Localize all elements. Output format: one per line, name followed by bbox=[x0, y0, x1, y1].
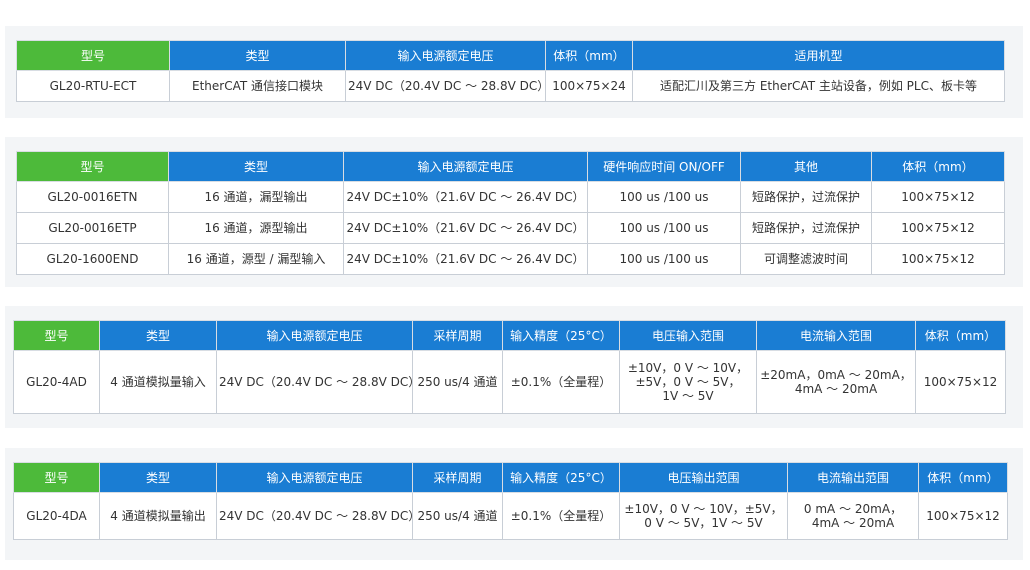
cell-other: 短路保护，过流保护 bbox=[740, 212, 872, 244]
cell-accuracy: ±0.1%（全量程） bbox=[502, 492, 620, 540]
cell-type: 4 通道模拟量输出 bbox=[99, 492, 217, 540]
cell-accuracy: ±0.1%（全量程） bbox=[502, 350, 620, 414]
cell-size: 100×75×24 bbox=[545, 70, 633, 102]
header-model: 型号 bbox=[13, 320, 100, 351]
cell-voltage: 24V DC（20.4V DC ～ 28.8V DC） bbox=[345, 70, 549, 102]
cell-other: 可调整滤波时间 bbox=[740, 243, 872, 275]
header-response-time: 硬件响应时间 ON/OFF bbox=[587, 151, 741, 182]
header-model: 型号 bbox=[13, 462, 100, 493]
spec-panel-analog-output: 型号 类型 输入电源额定电压 采样周期 输入精度（25°C） 电压输出范围 电流… bbox=[5, 448, 1023, 560]
header-voltage: 输入电源额定电压 bbox=[216, 462, 413, 493]
spec-panel-ect: 型号 类型 输入电源额定电压 体积（mm） 适用机型 GL20-RTU-ECT … bbox=[5, 26, 1023, 118]
cell-other: 短路保护，过流保护 bbox=[740, 181, 872, 213]
table-row: GL20-0016ETP 16 通道，源型输出 24V DC±10%（21.6V… bbox=[16, 212, 1005, 244]
table-header-row: 型号 类型 输入电源额定电压 采样周期 输入精度（25°C） 电压输出范围 电流… bbox=[13, 462, 1008, 493]
cell-voltage: 24V DC±10%（21.6V DC ～ 26.4V DC） bbox=[343, 212, 588, 244]
header-type: 类型 bbox=[99, 462, 217, 493]
header-model: 型号 bbox=[16, 40, 170, 71]
header-sampling-period: 采样周期 bbox=[412, 320, 503, 351]
cell-size: 100×75×12 bbox=[871, 181, 1005, 213]
spec-panel-analog-input: 型号 类型 输入电源额定电压 采样周期 输入精度（25°C） 电压输入范围 电流… bbox=[5, 306, 1023, 428]
cell-size: 100×75×12 bbox=[871, 243, 1005, 275]
cell-voltage: 24V DC±10%（21.6V DC ～ 26.4V DC） bbox=[343, 243, 588, 275]
header-accuracy: 输入精度（25°C） bbox=[502, 462, 620, 493]
cell-voltage-input-range: ±10V，0 V ～ 10V， ±5V，0 V ～ 5V， 1V ～ 5V bbox=[619, 350, 757, 414]
cell-model: GL20-0016ETN bbox=[16, 181, 169, 213]
table-header-row: 型号 类型 输入电源额定电压 硬件响应时间 ON/OFF 其他 体积（mm） bbox=[16, 151, 1005, 182]
header-sampling-period: 采样周期 bbox=[412, 462, 503, 493]
header-voltage-input-range: 电压输入范围 bbox=[619, 320, 757, 351]
cell-response-time: 100 us /100 us bbox=[587, 181, 741, 213]
header-voltage: 输入电源额定电压 bbox=[343, 151, 588, 182]
spec-table-ect: 型号 类型 输入电源额定电压 体积（mm） 适用机型 GL20-RTU-ECT … bbox=[16, 40, 1005, 102]
table-row: GL20-RTU-ECT EtherCAT 通信接口模块 24V DC（20.4… bbox=[16, 70, 1005, 102]
header-size: 体积（mm） bbox=[545, 40, 633, 71]
cell-type: 16 通道，源型 / 漏型输入 bbox=[168, 243, 344, 275]
cell-sampling-period: 250 us/4 通道 bbox=[412, 350, 503, 414]
header-accuracy: 输入精度（25°C） bbox=[502, 320, 620, 351]
cell-voltage: 24V DC（20.4V DC ～ 28.8V DC） bbox=[216, 350, 420, 414]
cell-size: 100×75×12 bbox=[918, 492, 1008, 540]
cell-type: 4 通道模拟量输入 bbox=[99, 350, 217, 414]
header-voltage: 输入电源额定电压 bbox=[345, 40, 546, 71]
table-row: GL20-4AD 4 通道模拟量输入 24V DC（20.4V DC ～ 28.… bbox=[13, 350, 1006, 414]
cell-voltage: 24V DC±10%（21.6V DC ～ 26.4V DC） bbox=[343, 181, 588, 213]
spec-table-analog-input: 型号 类型 输入电源额定电压 采样周期 输入精度（25°C） 电压输入范围 电流… bbox=[13, 320, 1006, 414]
spec-table-analog-output: 型号 类型 输入电源额定电压 采样周期 输入精度（25°C） 电压输出范围 电流… bbox=[13, 462, 1008, 540]
header-current-input-range: 电流输入范围 bbox=[756, 320, 916, 351]
header-current-output-range: 电流输出范围 bbox=[787, 462, 919, 493]
cell-voltage-output-range: ±10V，0 V ～ 10V，±5V， 0 V ～ 5V，1V ～ 5V bbox=[619, 492, 788, 540]
table-row: GL20-0016ETN 16 通道，漏型输出 24V DC±10%（21.6V… bbox=[16, 181, 1005, 213]
cell-current-output-range: 0 mA ～ 20mA， 4mA ～ 20mA bbox=[787, 492, 919, 540]
header-model: 型号 bbox=[16, 151, 169, 182]
cell-model: GL20-4DA bbox=[13, 492, 100, 540]
table-header-row: 型号 类型 输入电源额定电压 采样周期 输入精度（25°C） 电压输入范围 电流… bbox=[13, 320, 1006, 351]
header-voltage: 输入电源额定电压 bbox=[216, 320, 413, 351]
header-type: 类型 bbox=[169, 40, 346, 71]
cell-response-time: 100 us /100 us bbox=[587, 243, 741, 275]
header-type: 类型 bbox=[168, 151, 344, 182]
cell-size: 100×75×12 bbox=[915, 350, 1006, 414]
header-size: 体积（mm） bbox=[918, 462, 1008, 493]
spec-table-digital-io: 型号 类型 输入电源额定电压 硬件响应时间 ON/OFF 其他 体积（mm） G… bbox=[16, 151, 1005, 275]
cell-current-input-range: ±20mA，0mA ～ 20mA， 4mA ～ 20mA bbox=[756, 350, 916, 414]
spec-panel-digital-io: 型号 类型 输入电源额定电压 硬件响应时间 ON/OFF 其他 体积（mm） G… bbox=[5, 137, 1023, 287]
header-size: 体积（mm） bbox=[915, 320, 1006, 351]
header-size: 体积（mm） bbox=[871, 151, 1005, 182]
cell-voltage: 24V DC（20.4V DC ～ 28.8V DC） bbox=[216, 492, 420, 540]
header-voltage-output-range: 电压输出范围 bbox=[619, 462, 788, 493]
cell-compatible: 适配汇川及第三方 EtherCAT 主站设备，例如 PLC、板卡等 bbox=[632, 70, 1005, 102]
cell-model: GL20-RTU-ECT bbox=[16, 70, 170, 102]
cell-type: 16 通道，源型输出 bbox=[168, 212, 344, 244]
table-header-row: 型号 类型 输入电源额定电压 体积（mm） 适用机型 bbox=[16, 40, 1005, 71]
cell-model: GL20-1600END bbox=[16, 243, 169, 275]
table-row: GL20-1600END 16 通道，源型 / 漏型输入 24V DC±10%（… bbox=[16, 243, 1005, 275]
header-compatible: 适用机型 bbox=[632, 40, 1005, 71]
table-row: GL20-4DA 4 通道模拟量输出 24V DC（20.4V DC ～ 28.… bbox=[13, 492, 1008, 540]
cell-type: EtherCAT 通信接口模块 bbox=[169, 70, 346, 102]
cell-response-time: 100 us /100 us bbox=[587, 212, 741, 244]
cell-model: GL20-0016ETP bbox=[16, 212, 169, 244]
cell-sampling-period: 250 us/4 通道 bbox=[412, 492, 503, 540]
header-other: 其他 bbox=[740, 151, 872, 182]
cell-type: 16 通道，漏型输出 bbox=[168, 181, 344, 213]
header-type: 类型 bbox=[99, 320, 217, 351]
cell-size: 100×75×12 bbox=[871, 212, 1005, 244]
cell-model: GL20-4AD bbox=[13, 350, 100, 414]
